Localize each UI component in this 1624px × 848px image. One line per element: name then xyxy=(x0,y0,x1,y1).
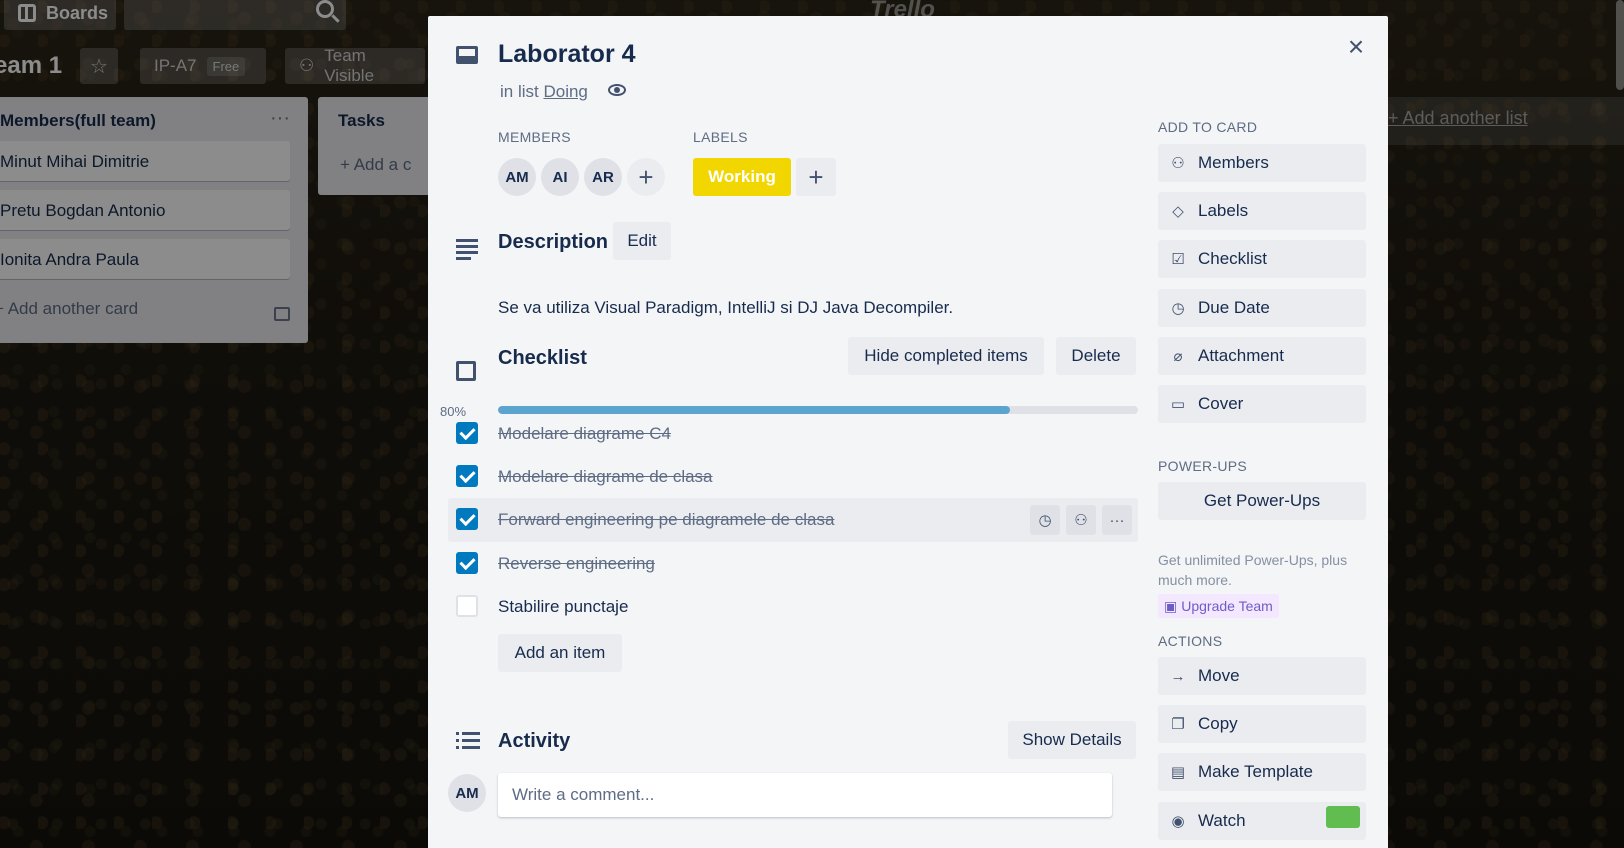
checklist-item[interactable]: Forward engineering pe diagramele de cla… xyxy=(448,498,1138,542)
activity-icon xyxy=(456,732,480,753)
card-detail-modal: × Laborator 4 in list Doing MEMBERS AM A… xyxy=(428,16,1388,848)
cover-icon: ▭ xyxy=(1170,396,1186,413)
sidebar-button-label: Copy xyxy=(1198,714,1238,733)
add-item-button[interactable]: Add an item xyxy=(498,634,622,672)
upgrade-label: Upgrade Team xyxy=(1181,598,1273,614)
eye-icon: ◉ xyxy=(1171,813,1185,830)
avatar[interactable]: AM xyxy=(448,774,486,812)
members-label: MEMBERS xyxy=(498,129,571,145)
checkbox[interactable] xyxy=(456,595,478,617)
avatar[interactable]: AM xyxy=(498,158,536,196)
checklist-item[interactable]: Modelare diagrame de clasa xyxy=(448,455,1138,499)
sidebar-button-label: Members xyxy=(1198,153,1269,172)
power-ups-note: Get unlimited Power-Ups, plus much more. xyxy=(1158,552,1348,588)
sidebar-button-label: Move xyxy=(1198,666,1240,685)
checkbox[interactable] xyxy=(456,465,478,487)
sidebar-button-label: Watch xyxy=(1198,811,1246,830)
show-details-button[interactable]: Show Details xyxy=(1008,721,1136,759)
sidebar-due-date-button[interactable]: ◷ Due Date xyxy=(1158,289,1366,327)
briefcase-icon: ▣ xyxy=(1164,597,1178,614)
add-label-button[interactable]: + xyxy=(796,158,836,196)
clock-icon: ◷ xyxy=(1171,300,1185,317)
more-icon[interactable]: ··· xyxy=(1102,505,1132,535)
sidebar-cover-button[interactable]: ▭ Cover xyxy=(1158,385,1366,423)
card-title[interactable]: Laborator 4 xyxy=(498,40,636,69)
labels-label: LABELS xyxy=(693,129,748,145)
clock-icon[interactable]: ◷ xyxy=(1030,505,1060,535)
description-text[interactable]: Se va utiliza Visual Paradigm, IntelliJ … xyxy=(498,298,953,318)
actions-label: ACTIONS xyxy=(1158,633,1223,649)
person-icon: ⚇ xyxy=(1171,155,1185,172)
tag-icon: ◇ xyxy=(1172,203,1184,220)
checklist-icon: ☑ xyxy=(1171,251,1185,268)
eye-icon[interactable] xyxy=(608,84,626,96)
edit-description-button[interactable]: Edit xyxy=(613,222,671,260)
add-to-card-label: ADD TO CARD xyxy=(1158,119,1258,135)
avatar[interactable]: AI xyxy=(541,158,579,196)
sidebar-move-button[interactable]: → Move xyxy=(1158,657,1366,695)
card-icon xyxy=(456,46,478,64)
checkbox[interactable] xyxy=(456,508,478,530)
item-actions: ◷ ⚇ ··· xyxy=(1030,505,1132,535)
sidebar-copy-button[interactable]: ❐ Copy xyxy=(1158,705,1366,743)
checklist-item-text[interactable]: Modelare diagrame de clasa xyxy=(498,467,713,487)
checklist-item-text[interactable]: Stabilire punctaje xyxy=(498,597,628,617)
copy-icon: ❐ xyxy=(1171,716,1185,733)
checklist-item-text[interactable]: Forward engineering pe diagramele de cla… xyxy=(498,510,834,530)
upgrade-team-button[interactable]: ▣ Upgrade Team xyxy=(1158,594,1279,618)
label-working[interactable]: Working xyxy=(693,158,791,196)
sidebar-checklist-button[interactable]: ☑ Checklist xyxy=(1158,240,1366,278)
checklist-item[interactable]: Modelare diagrame C4 xyxy=(448,412,1138,456)
checkbox[interactable] xyxy=(456,422,478,444)
assign-member-icon[interactable]: ⚇ xyxy=(1066,505,1096,535)
checklist-title[interactable]: Checklist xyxy=(498,347,587,370)
checkbox[interactable] xyxy=(456,552,478,574)
description-icon xyxy=(456,239,478,263)
sidebar-button-label: Cover xyxy=(1198,394,1244,413)
hide-completed-button[interactable]: Hide completed items xyxy=(848,337,1044,375)
paperclip-icon: ⌀ xyxy=(1173,348,1183,365)
comment-input[interactable]: Write a comment... xyxy=(498,773,1112,817)
avatar[interactable]: AR xyxy=(584,158,622,196)
add-member-button[interactable]: + xyxy=(627,158,665,196)
description-title: Description xyxy=(498,231,609,253)
checklist-item-text[interactable]: Modelare diagrame C4 xyxy=(498,424,671,444)
sidebar-button-label: Attachment xyxy=(1198,346,1284,365)
power-ups-label: POWER-UPS xyxy=(1158,458,1248,474)
sidebar-button-label: Make Template xyxy=(1198,762,1313,781)
checklist-item[interactable]: Reverse engineering xyxy=(448,542,1138,586)
checklist-item-text[interactable]: Reverse engineering xyxy=(498,554,655,574)
arrow-right-icon: → xyxy=(1170,667,1186,685)
watch-check-badge xyxy=(1326,806,1360,828)
sidebar-attachment-button[interactable]: ⌀ Attachment xyxy=(1158,337,1366,375)
sidebar-labels-button[interactable]: ◇ Labels xyxy=(1158,192,1366,230)
checklist-icon xyxy=(456,361,476,381)
sidebar-button-label: Labels xyxy=(1198,201,1249,220)
template-icon: ▤ xyxy=(1170,764,1186,781)
activity-title: Activity xyxy=(498,730,571,752)
in-list-prefix: in list xyxy=(500,82,544,101)
sidebar-members-button[interactable]: ⚇ Members xyxy=(1158,144,1366,182)
sidebar-button-label: Checklist xyxy=(1198,249,1267,268)
sidebar-make-template-button[interactable]: ▤ Make Template xyxy=(1158,753,1366,791)
in-list-text: in list Doing xyxy=(500,82,588,102)
checklist-item[interactable]: Stabilire punctaje xyxy=(448,585,1138,629)
close-button[interactable]: × xyxy=(1342,33,1370,62)
sidebar-watch-button[interactable]: ◉ Watch xyxy=(1158,802,1366,840)
sidebar-button-label: Due Date xyxy=(1198,298,1270,317)
get-power-ups-button[interactable]: Get Power-Ups xyxy=(1158,482,1366,520)
delete-checklist-button[interactable]: Delete xyxy=(1056,337,1136,375)
list-link[interactable]: Doing xyxy=(543,82,587,101)
